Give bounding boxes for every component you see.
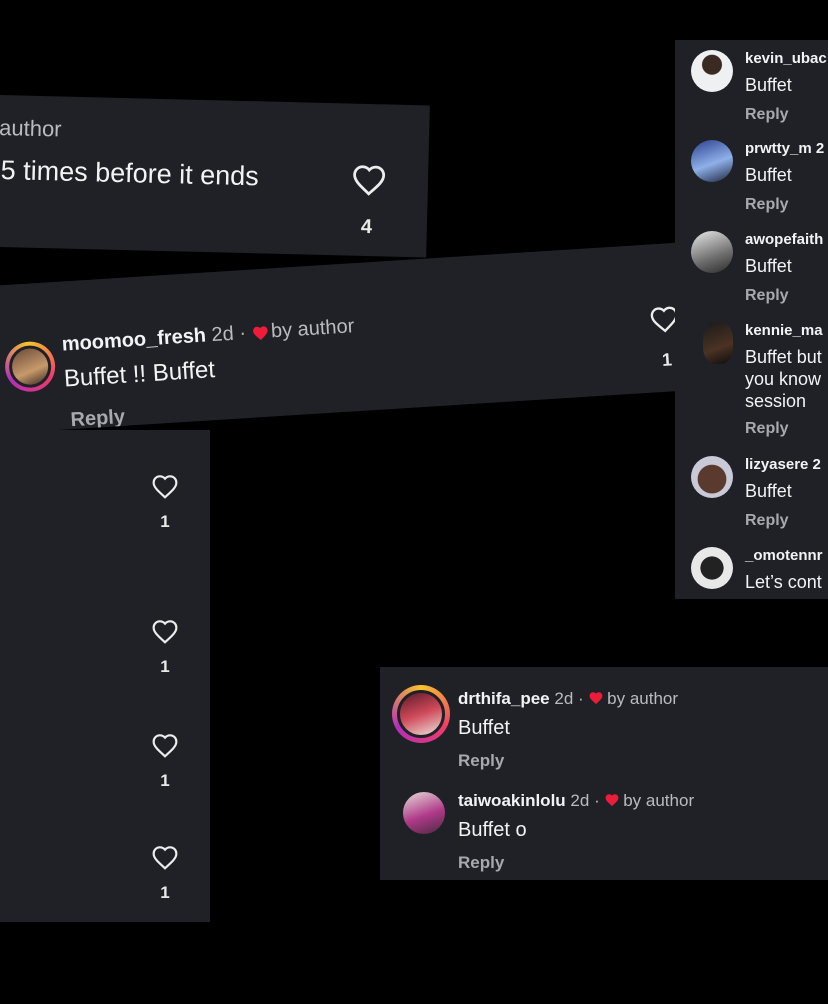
reply-button[interactable]: Reply [70, 406, 126, 432]
like-count: 1 [160, 883, 170, 902]
heart-filled-icon [604, 793, 619, 807]
avatar[interactable] [691, 140, 733, 182]
reply-button[interactable]: Reply [745, 106, 789, 124]
reply-button[interactable]: Reply [745, 287, 789, 305]
by-author-label: by author [270, 315, 355, 343]
like-count: 4 [360, 215, 373, 239]
heart-outline-icon[interactable] [151, 845, 179, 870]
comment-text: Buffet [745, 256, 792, 276]
timestamp: 2d [570, 791, 590, 810]
username[interactable]: kennie_ma [745, 322, 823, 339]
by-author-label: author [0, 114, 62, 142]
avatar[interactable] [400, 789, 448, 837]
heart-filled-icon [588, 691, 603, 705]
comment-text-line: Buffet but [745, 347, 822, 367]
reply-button[interactable]: Reply [745, 196, 789, 214]
avatar[interactable] [691, 50, 733, 92]
like-button[interactable]: 1 [148, 619, 182, 677]
heart-filled-icon [251, 325, 268, 340]
comment-text: Buffet !! Buffet [63, 356, 216, 393]
by-author-label: by author [623, 791, 695, 810]
heart-outline-icon[interactable] [151, 733, 179, 758]
avatar[interactable] [703, 322, 733, 364]
like-count: 1 [661, 349, 673, 370]
comment-text: Buffet [745, 481, 792, 501]
comment-text: Buffet o [458, 819, 527, 841]
username[interactable]: kevin_ubac [745, 50, 827, 67]
timestamp: 2d [554, 689, 574, 708]
heart-outline-icon[interactable] [351, 164, 388, 197]
by-author-label: by author [607, 689, 679, 708]
comment-card-bottom: drthifa_pee 2d · by author Buffet Reply … [380, 667, 828, 880]
username[interactable]: prwtty_m 2 [745, 140, 824, 157]
username[interactable]: awopefaith [745, 231, 823, 248]
like-button[interactable]: 1 [148, 474, 182, 532]
like-count: 1 [160, 512, 170, 531]
comment-text-line: session [745, 391, 807, 411]
heart-outline-icon[interactable] [151, 619, 179, 644]
reply-button[interactable]: Reply [458, 751, 504, 771]
avatar[interactable] [397, 690, 445, 738]
comment-card-top: author e 5 times before it ends 4 [0, 94, 430, 258]
username[interactable]: _omotennr [745, 547, 823, 564]
avatar[interactable] [691, 456, 733, 498]
timestamp: 2d [210, 322, 235, 347]
comment-header: drthifa_pee 2d · by author [458, 689, 678, 709]
comment-text: Buffet [458, 717, 510, 739]
separator: · [238, 322, 247, 345]
like-button[interactable]: 1 [148, 733, 182, 791]
comment-text: Buffet [745, 75, 792, 95]
comment-text: e 5 times before it ends [0, 154, 260, 192]
separator: · [578, 689, 584, 708]
reply-list-panel: kevin_ubac Buffet Reply prwtty_m 2 Buffe… [675, 40, 828, 599]
separator: · [594, 791, 600, 810]
like-strip: 1 1 1 1 [0, 430, 210, 922]
username[interactable]: taiwoakinlolu [458, 791, 566, 810]
username[interactable]: lizyasere 2 [745, 456, 821, 473]
like-button[interactable]: 1 [148, 845, 182, 903]
like-count: 1 [160, 657, 170, 676]
comment-header: moomoo_fresh 2d · by author [61, 315, 355, 356]
comment-text: Let’s cont [745, 572, 822, 592]
comment-text-line: you know [745, 369, 822, 389]
comment-header: taiwoakinlolu 2d · by author [458, 791, 694, 811]
like-count: 1 [160, 771, 170, 790]
reply-button[interactable]: Reply [458, 853, 504, 873]
comment-text: Buffet [745, 165, 792, 185]
reply-button[interactable]: Reply [745, 512, 789, 530]
reply-button[interactable]: Reply [745, 420, 789, 438]
avatar[interactable] [691, 231, 733, 273]
comment-card-moomoo: moomoo_fresh 2d · by author Buffet !! Bu… [0, 242, 688, 434]
heart-outline-icon[interactable] [151, 474, 179, 499]
username[interactable]: drthifa_pee [458, 689, 550, 708]
username[interactable]: moomoo_fresh [61, 325, 207, 356]
avatar[interactable] [691, 547, 733, 589]
